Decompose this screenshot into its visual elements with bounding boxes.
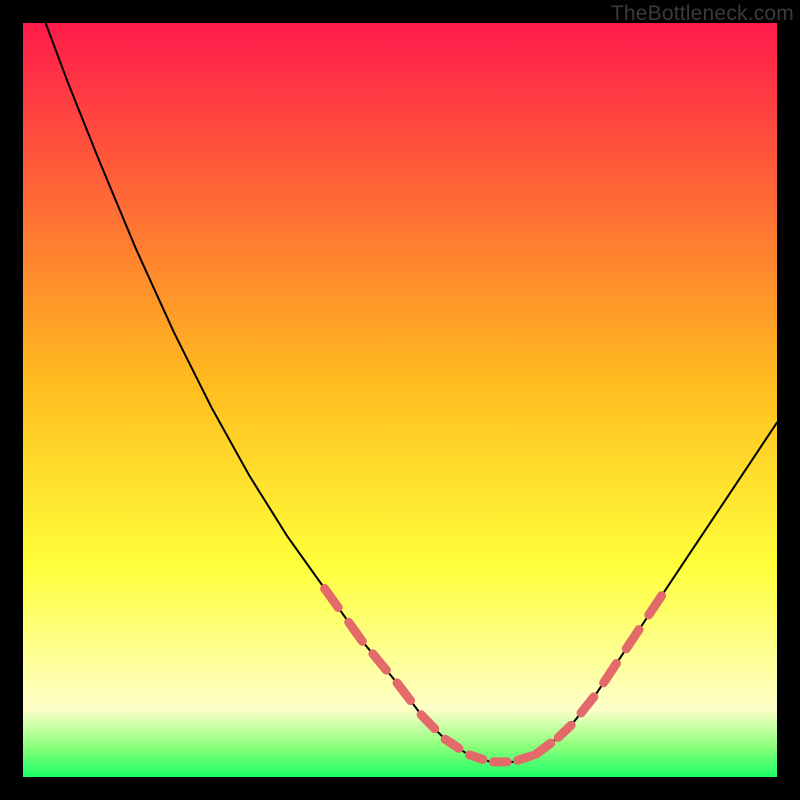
chart-frame: TheBottleneck.com bbox=[0, 0, 800, 800]
dash-segments-right bbox=[536, 596, 662, 755]
plot-area bbox=[23, 23, 777, 777]
dash-segments-left bbox=[325, 589, 459, 749]
bottleneck-curve bbox=[46, 23, 777, 762]
watermark-text: TheBottleneck.com bbox=[611, 2, 794, 26]
curve-layer bbox=[23, 23, 777, 777]
